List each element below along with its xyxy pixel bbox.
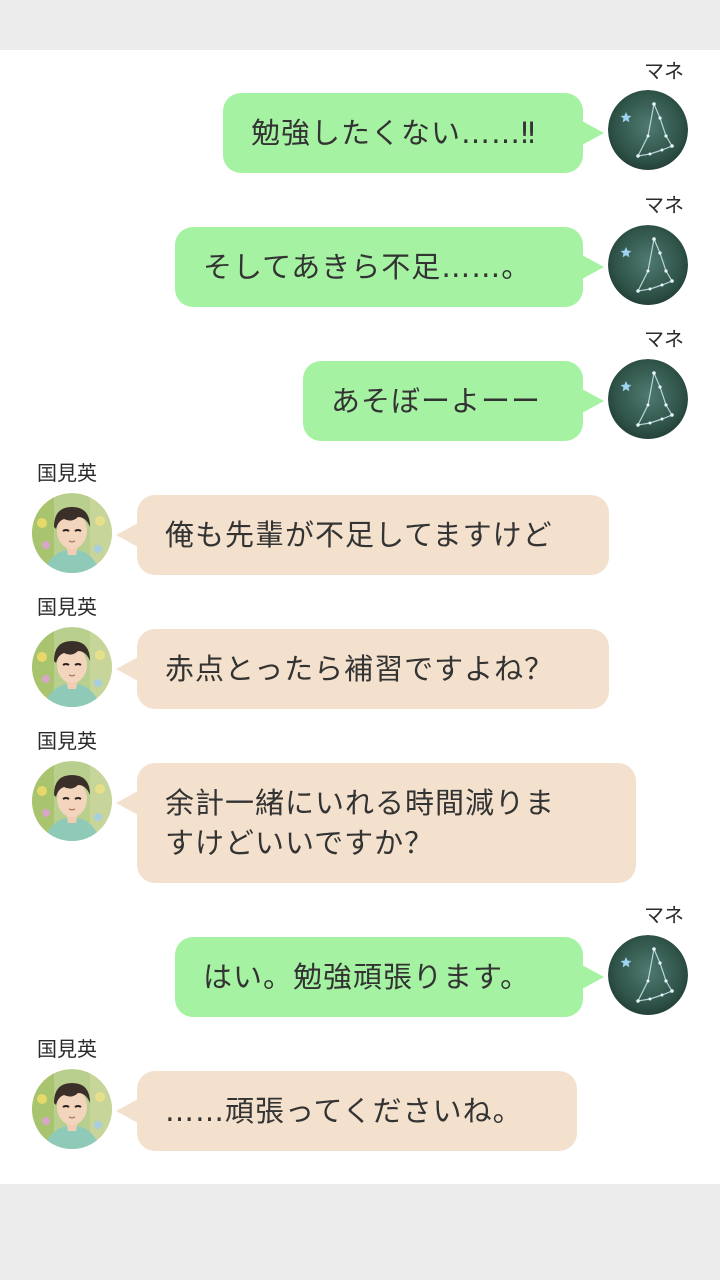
bottom-frame <box>0 1184 720 1280</box>
constellation-avatar[interactable] <box>608 90 688 170</box>
bubble-tail <box>116 657 138 681</box>
bubble-tail <box>116 1099 138 1123</box>
message-bubble[interactable]: はい。勉強頑張ります。 <box>175 937 583 1017</box>
message-bubble[interactable]: 余計一緒にいれる時間減りま すけどいいですか？ <box>137 763 636 883</box>
message-bubble[interactable]: 俺も先輩が不足してますけど <box>137 495 609 575</box>
sender-name: マネ <box>644 59 684 83</box>
sender-name: 国見英 <box>37 729 97 753</box>
message-bubble[interactable]: あそぼーよーー <box>303 361 583 441</box>
character-avatar[interactable] <box>32 761 112 841</box>
message-bubble[interactable]: そしてあきら不足……。 <box>175 227 583 307</box>
sender-name: マネ <box>644 193 684 217</box>
bubble-tail <box>582 255 604 279</box>
character-avatar[interactable] <box>32 627 112 707</box>
constellation-avatar[interactable] <box>608 225 688 305</box>
message-bubble[interactable]: 赤点とったら補習ですよね？ <box>137 629 609 709</box>
bubble-tail <box>116 523 138 547</box>
character-avatar[interactable] <box>32 1069 112 1149</box>
chat-log[interactable]: マネ 勉強したくない……‼︎ マネ そしてあきら不足……。 マネ あそぼーよーー… <box>0 50 720 1184</box>
constellation-avatar[interactable] <box>608 935 688 1015</box>
constellation-avatar[interactable] <box>608 359 688 439</box>
sender-name: 国見英 <box>37 595 97 619</box>
sender-name: マネ <box>644 903 684 927</box>
bubble-tail <box>582 389 604 413</box>
chat-screen: マネ 勉強したくない……‼︎ マネ そしてあきら不足……。 マネ あそぼーよーー… <box>0 0 720 1280</box>
message-bubble[interactable]: 勉強したくない……‼︎ <box>223 93 583 173</box>
character-avatar[interactable] <box>32 493 112 573</box>
bubble-tail <box>116 791 138 815</box>
sender-name: マネ <box>644 327 684 351</box>
bubble-tail <box>582 121 604 145</box>
sender-name: 国見英 <box>37 461 97 485</box>
message-bubble[interactable]: ……頑張ってくださいね。 <box>137 1071 577 1151</box>
top-frame <box>0 0 720 50</box>
bubble-tail <box>582 965 604 989</box>
sender-name: 国見英 <box>37 1037 97 1061</box>
